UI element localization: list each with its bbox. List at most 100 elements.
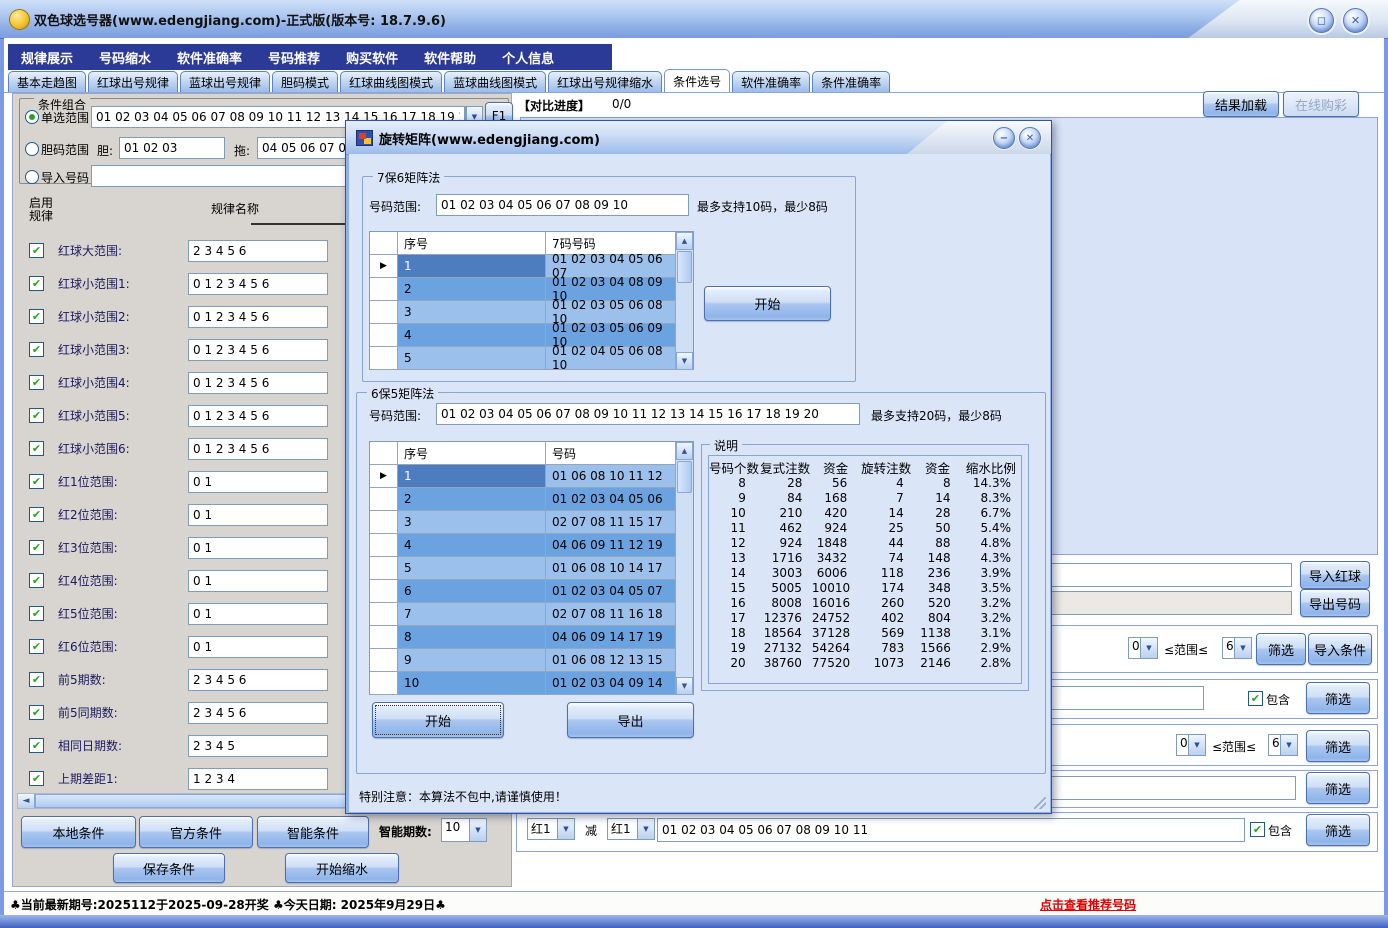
tab-red-rule-shrink[interactable]: 红球出号规律缩水 — [548, 71, 662, 92]
dan-input[interactable] — [119, 137, 225, 159]
official-conditions-button[interactable]: 官方条件 — [139, 816, 253, 848]
rule-checkbox[interactable] — [29, 276, 44, 291]
scrollbar-thumb[interactable] — [677, 461, 692, 493]
chevron-down-icon[interactable]: ▼ — [1280, 735, 1297, 755]
rule-checkbox[interactable] — [29, 639, 44, 654]
rule-value-input[interactable] — [188, 471, 328, 493]
rule-value-input[interactable] — [188, 240, 328, 262]
rule-value-input[interactable] — [188, 570, 328, 592]
import-red-button[interactable]: 导入红球 — [1300, 561, 1370, 589]
subtract-numbers-input[interactable] — [657, 818, 1245, 842]
table-row[interactable]: ▶ 2 01 02 03 04 05 06 — [370, 488, 675, 511]
rule-checkbox[interactable] — [29, 507, 44, 522]
smart-conditions-button[interactable]: 智能条件 — [257, 816, 369, 848]
rule-value-input[interactable] — [188, 339, 328, 361]
dialog-resize-grip[interactable] — [1034, 797, 1046, 809]
rule-value-input[interactable] — [188, 405, 328, 427]
table-row[interactable]: ▶ 4 04 06 09 11 12 19 — [370, 534, 675, 557]
rule-value-input[interactable] — [188, 603, 328, 625]
tab-basic-trend[interactable]: 基本走趋图 — [8, 71, 86, 92]
rule-checkbox[interactable] — [29, 672, 44, 687]
single-range-radio[interactable] — [25, 110, 39, 124]
range-max-dropdown[interactable]: 6 ▼ — [1222, 637, 1252, 659]
menu-item[interactable]: 个人信息 — [489, 48, 567, 67]
dialog-close-button[interactable]: ✕ — [1019, 127, 1041, 149]
rule-checkbox[interactable] — [29, 606, 44, 621]
table-row[interactable]: ▶ 6 01 02 03 04 05 07 — [370, 580, 675, 603]
matrix65-export-button[interactable]: 导出 — [567, 702, 694, 738]
scrollbar-thumb[interactable] — [677, 251, 692, 283]
rule-value-input[interactable] — [188, 372, 328, 394]
scroll-down-icon[interactable]: ▼ — [676, 352, 693, 370]
dan-range-radio[interactable] — [25, 142, 39, 156]
table-row[interactable]: ▶ 1 01 06 08 10 11 12 — [370, 465, 675, 488]
recommend-numbers-link[interactable]: 点击查看推荐号码 — [1040, 896, 1136, 913]
include-checkbox-2[interactable] — [1250, 822, 1265, 837]
menu-item[interactable]: 规律展示 — [8, 48, 86, 67]
chevron-down-icon[interactable]: ▼ — [1188, 735, 1205, 755]
rule-checkbox[interactable] — [29, 573, 44, 588]
filter-button-5[interactable]: 筛选 — [1306, 814, 1370, 846]
filter-button-1[interactable]: 筛选 — [1256, 633, 1306, 665]
filter-button-3[interactable]: 筛选 — [1306, 730, 1370, 762]
chevron-down-icon[interactable]: ▼ — [557, 819, 574, 839]
rule-checkbox[interactable] — [29, 243, 44, 258]
rule-value-input[interactable] — [188, 669, 328, 691]
table-vertical-scrollbar[interactable]: ▲ ▼ — [675, 232, 693, 370]
rule-value-input[interactable] — [188, 768, 328, 790]
sub-left-dropdown[interactable]: 红1 ▼ — [527, 818, 575, 840]
table-row[interactable]: ▶ 10 01 02 03 04 09 14 — [370, 672, 675, 695]
tab-software-accuracy[interactable]: 软件准确率 — [732, 71, 810, 92]
start-shrink-button[interactable]: 开始缩水 — [285, 853, 399, 883]
menu-item[interactable]: 号码推荐 — [255, 48, 333, 67]
table-vertical-scrollbar[interactable]: ▲ ▼ — [675, 442, 693, 695]
close-button[interactable]: ✕ — [1343, 8, 1368, 33]
rule-value-input[interactable] — [188, 273, 328, 295]
table-row[interactable]: ▶ 8 04 06 09 14 17 19 — [370, 626, 675, 649]
import-conditions-button[interactable]: 导入条件 — [1308, 633, 1372, 665]
table-row[interactable]: ▶ 3 02 07 08 11 15 17 — [370, 511, 675, 534]
tab-condition-select[interactable]: 条件选号 — [664, 69, 730, 92]
menu-item[interactable]: 号码缩水 — [86, 48, 164, 67]
buy-online-button[interactable]: 在线购彩 — [1283, 91, 1359, 117]
tab-blue-curve[interactable]: 蓝球曲线图模式 — [444, 71, 546, 92]
tab-blue-rule[interactable]: 蓝球出号规律 — [180, 71, 270, 92]
rule-value-input[interactable] — [188, 702, 328, 724]
rule-checkbox[interactable] — [29, 705, 44, 720]
rule-checkbox[interactable] — [29, 738, 44, 753]
table-row[interactable]: ▶ 5 01 02 04 05 06 08 10 — [370, 347, 675, 370]
rule-checkbox[interactable] — [29, 408, 44, 423]
filter-button-2[interactable]: 筛选 — [1306, 682, 1370, 714]
dialog-minimize-button[interactable]: − — [993, 127, 1015, 149]
save-conditions-button[interactable]: 保存条件 — [113, 853, 225, 883]
tab-red-rule[interactable]: 红球出号规律 — [88, 71, 178, 92]
include-checkbox[interactable] — [1248, 691, 1263, 706]
range-min-dropdown-2[interactable]: 0 ▼ — [1176, 734, 1206, 756]
rule-value-input[interactable] — [188, 306, 328, 328]
tab-condition-accuracy[interactable]: 条件准确率 — [812, 71, 890, 92]
tab-dan-mode[interactable]: 胆码模式 — [272, 71, 338, 92]
matrix76-start-button[interactable]: 开始 — [704, 286, 831, 321]
tab-red-curve[interactable]: 红球曲线图模式 — [340, 71, 442, 92]
scroll-up-icon[interactable]: ▲ — [676, 442, 693, 460]
local-conditions-button[interactable]: 本地条件 — [21, 816, 136, 848]
filter-button-4[interactable]: 筛选 — [1306, 772, 1370, 804]
rule-checkbox[interactable] — [29, 309, 44, 324]
chevron-down-icon[interactable]: ▼ — [1234, 638, 1251, 658]
scroll-left-icon[interactable]: ◄ — [18, 794, 35, 808]
menu-item[interactable]: 软件帮助 — [411, 48, 489, 67]
range-min-dropdown[interactable]: 0 ▼ — [1128, 637, 1158, 659]
scroll-up-icon[interactable]: ▲ — [676, 232, 693, 250]
rule-checkbox[interactable] — [29, 342, 44, 357]
rule-checkbox[interactable] — [29, 540, 44, 555]
chevron-down-icon[interactable]: ▼ — [469, 819, 486, 841]
rule-checkbox[interactable] — [29, 441, 44, 456]
rule-value-input[interactable] — [188, 438, 328, 460]
rule-checkbox[interactable] — [29, 375, 44, 390]
maximize-button[interactable]: ◻ — [1309, 8, 1334, 33]
rule-value-input[interactable] — [188, 636, 328, 658]
load-results-button[interactable]: 结果加载 — [1203, 91, 1279, 117]
rule-checkbox[interactable] — [29, 771, 44, 786]
rule-value-input[interactable] — [188, 735, 328, 757]
smart-periods-dropdown[interactable]: 10 ▼ — [441, 818, 487, 842]
